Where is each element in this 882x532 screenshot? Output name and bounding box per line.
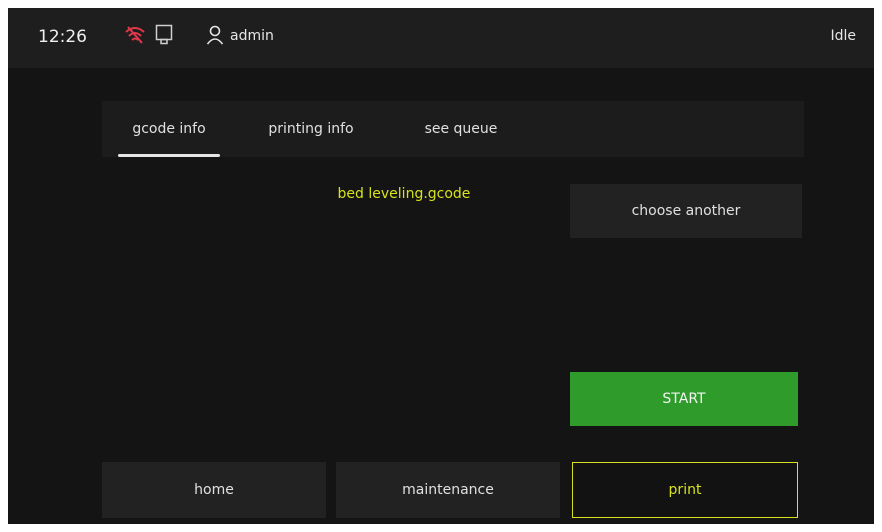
printer-screen: 12:26 admin Idle gcode info printing inf… xyxy=(8,8,874,524)
choose-another-button[interactable]: choose another xyxy=(570,184,802,238)
wifi-disconnected-icon xyxy=(125,26,145,44)
clock: 12:26 xyxy=(38,27,87,47)
nav-maintenance-button[interactable]: maintenance xyxy=(336,462,560,518)
tab-see-queue[interactable]: see queue xyxy=(402,101,520,157)
tab-bar: gcode info printing info see queue xyxy=(102,101,804,157)
tab-gcode-info[interactable]: gcode info xyxy=(110,101,228,157)
start-button[interactable]: START xyxy=(570,372,798,426)
user-name: admin xyxy=(230,28,274,44)
selected-file-name: bed leveling.gcode xyxy=(337,186,471,202)
user-icon xyxy=(206,25,224,45)
ethernet-icon xyxy=(155,24,173,45)
status-bar: 12:26 admin Idle xyxy=(8,8,874,68)
nav-print-button[interactable]: print xyxy=(572,462,798,518)
printer-state: Idle xyxy=(830,28,856,44)
tab-printing-info[interactable]: printing info xyxy=(252,101,370,157)
nav-home-button[interactable]: home xyxy=(102,462,326,518)
